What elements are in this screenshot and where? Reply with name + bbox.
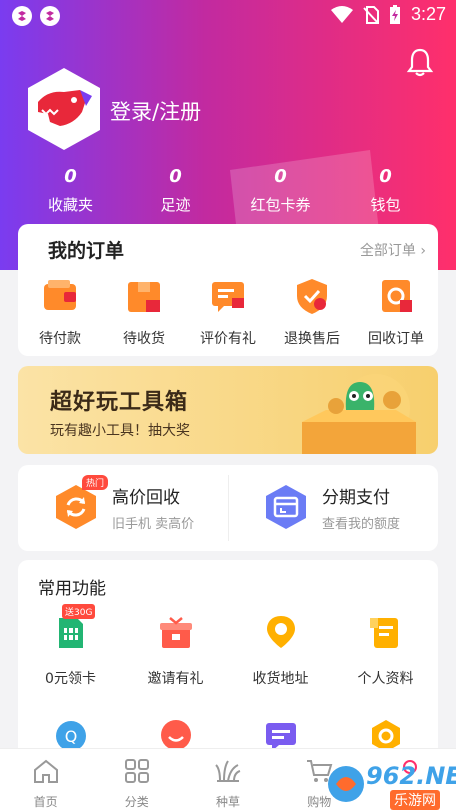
location-icon <box>266 616 295 648</box>
tab-label: 首页 <box>33 795 58 809</box>
toolbox-illustration <box>302 374 416 454</box>
order-label: 回收订单 <box>368 331 424 347</box>
gift-icon <box>159 617 192 648</box>
bell-icon[interactable] <box>404 46 436 78</box>
order-pending-receipt[interactable]: 待收货 <box>102 272 186 348</box>
status-bar: 3:27 <box>0 0 456 34</box>
app-notification-icon <box>12 6 32 26</box>
function-label: 0元领卡 <box>45 671 96 687</box>
app-root: 3:27 登录/注册 0 收藏夹 0 足迹 0 红包卡券 0 钱包 我的订单 全… <box>0 0 456 812</box>
my-orders-card: 我的订单 全部订单 › 待付款 待收货 评价有礼 退换售后 回收订单 <box>18 224 438 356</box>
function-label: 收货地址 <box>252 671 309 687</box>
watermark-logo-icon <box>328 766 364 802</box>
app-notification-icon <box>40 6 60 26</box>
functions-title: 常用功能 <box>38 579 106 599</box>
status-time: 3:27 <box>410 4 446 24</box>
stat-value: 0 <box>379 166 392 187</box>
site-watermark: 962.NET 乐游网 <box>306 758 456 812</box>
recycle-order-icon <box>382 280 412 312</box>
recycle-subtitle: 旧手机 卖高价 <box>112 517 195 532</box>
watermark-brand: 962.NET <box>366 762 456 790</box>
banner-title: 超好玩工具箱 <box>50 390 189 415</box>
installment-payment[interactable]: 分期支付 查看我的额度 <box>228 465 438 551</box>
function-label: 个人资料 <box>357 671 414 687</box>
review-icon <box>212 282 244 312</box>
personal-profile[interactable]: 个人资料 <box>333 606 438 710</box>
services-card: 热门 高价回收 旧手机 卖高价 分期支付 查看我的额度 <box>18 465 438 551</box>
watermark-sub: 乐游网 <box>390 790 440 810</box>
installment-icon <box>266 485 306 529</box>
sim-card-icon <box>58 618 83 648</box>
order-label: 评价有礼 <box>200 331 256 347</box>
order-pending-payment[interactable]: 待付款 <box>18 272 102 348</box>
home-icon <box>33 759 58 783</box>
orders-title: 我的订单 <box>48 240 125 262</box>
order-label: 退换售后 <box>284 331 340 347</box>
stat-wallet[interactable]: 0 钱包 <box>333 166 438 215</box>
toolbox-banner[interactable]: 超好玩工具箱 玩有趣小工具！抽大奖 <box>18 366 438 454</box>
hot-badge: 热门 <box>82 475 109 490</box>
common-functions-card: 常用功能 送30G 0元领卡 邀请有礼 收货地址 个人资料 Q <box>18 560 438 770</box>
stat-label: 足迹 <box>160 196 191 214</box>
stat-value: 0 <box>274 166 287 187</box>
order-recycle[interactable]: 回收订单 <box>354 272 438 348</box>
stat-favorites[interactable]: 0 收藏夹 <box>18 166 123 215</box>
tab-home[interactable]: 首页 <box>0 749 91 812</box>
order-after-sales[interactable]: 退换售后 <box>270 272 354 348</box>
stat-label: 红包卡券 <box>250 196 311 214</box>
stat-value: 0 <box>169 166 182 187</box>
shield-icon <box>297 279 327 314</box>
package-icon <box>128 282 160 312</box>
all-orders-link[interactable]: 全部订单 › <box>360 240 426 260</box>
recycle-title: 高价回收 <box>112 488 180 508</box>
battery-charging-icon <box>389 4 400 24</box>
order-review[interactable]: 评价有礼 <box>186 272 270 348</box>
wallet-icon <box>44 280 76 310</box>
tab-label: 种草 <box>216 795 241 809</box>
banner-subtitle: 玩有趣小工具！抽大奖 <box>50 423 190 439</box>
login-register-link[interactable]: 登录/注册 <box>110 96 201 126</box>
grass-icon <box>215 760 241 782</box>
data-bonus-badge: 送30G <box>62 604 96 619</box>
user-stats: 0 收藏夹 0 足迹 0 红包卡券 0 钱包 <box>18 166 438 215</box>
stat-label: 收藏夹 <box>47 196 93 214</box>
shipping-address[interactable]: 收货地址 <box>228 606 333 710</box>
stat-label: 钱包 <box>370 196 401 214</box>
category-icon <box>124 759 149 783</box>
high-price-recycle[interactable]: 热门 高价回收 旧手机 卖高价 <box>18 465 228 551</box>
stat-value: 0 <box>64 166 77 187</box>
wifi-icon <box>330 5 353 23</box>
tab-category[interactable]: 分类 <box>91 749 182 812</box>
installment-subtitle: 查看我的额度 <box>322 517 401 532</box>
svg-text:Q: Q <box>64 727 77 746</box>
no-sim-icon <box>363 5 379 24</box>
recycle-icon <box>56 485 96 529</box>
profile-doc-icon <box>369 618 398 648</box>
tab-grass[interactable]: 种草 <box>182 749 273 812</box>
order-label: 待收货 <box>123 331 165 347</box>
tab-label: 分类 <box>124 795 149 809</box>
order-label: 待付款 <box>39 331 81 347</box>
free-sim-card[interactable]: 送30G 0元领卡 <box>18 604 123 710</box>
function-label: 邀请有礼 <box>147 671 204 687</box>
avatar[interactable] <box>24 66 104 152</box>
stat-footprints[interactable]: 0 足迹 <box>123 166 228 215</box>
installment-title: 分期支付 <box>322 488 390 508</box>
invite-gift[interactable]: 邀请有礼 <box>123 606 228 710</box>
stat-coupons[interactable]: 0 红包卡券 <box>228 166 333 215</box>
